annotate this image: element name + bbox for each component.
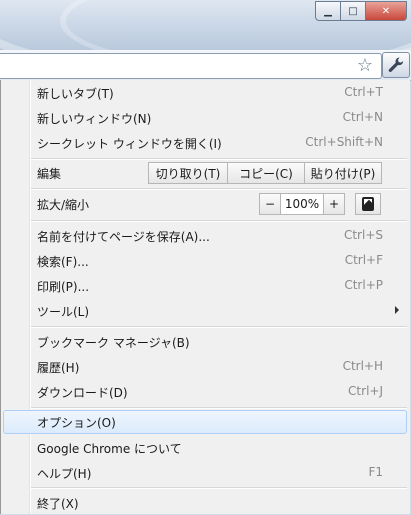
menu-item-label: 新しいウィンドウ(N) — [37, 112, 152, 126]
menu-item-label: 名前を付けてページを保存(A)... — [37, 230, 210, 244]
menu-separator — [31, 188, 407, 190]
menu-item-shortcut: Ctrl+J — [348, 384, 383, 398]
maximize-button[interactable]: □ — [340, 1, 366, 21]
menu-item-shortcut: Ctrl+H — [342, 359, 383, 373]
address-bar[interactable]: ☆ — [0, 53, 382, 79]
menu-separator — [31, 487, 407, 489]
menu-item-shortcut: F1 — [368, 465, 383, 479]
menu-item-about[interactable]: Google Chrome について — [3, 436, 407, 460]
fullscreen-control — [355, 193, 381, 215]
zoom-out-button[interactable]: − — [259, 193, 281, 215]
menu-item-history[interactable]: 履歴(H) Ctrl+H — [3, 355, 407, 379]
menu-separator — [31, 158, 407, 160]
wrench-menu-button[interactable] — [382, 52, 410, 78]
menu-item-label: 検索(F)... — [37, 255, 89, 269]
menu-item-shortcut: Ctrl+F — [344, 253, 383, 267]
menu-item-shortcut: Ctrl+N — [342, 110, 383, 124]
window-title-bar: ▁ □ ✕ — [0, 0, 411, 50]
zoom-in-button[interactable]: + — [323, 193, 345, 215]
menu-item-zoom: 拡大/縮小 − 100% + — [3, 192, 407, 216]
menu-separator — [31, 326, 407, 328]
menu-separator — [31, 220, 407, 222]
menu-item-bookmarks[interactable]: ブックマーク マネージャ(B) — [3, 330, 407, 354]
menu-item-save-page[interactable]: 名前を付けてページを保存(A)... Ctrl+S — [3, 224, 407, 248]
menu-item-edit: 編集 切り取り(T) コピー(C) 貼り付け(P) — [3, 161, 407, 185]
zoom-level: 100% — [280, 193, 324, 215]
menu-item-label: 履歴(H) — [37, 361, 80, 375]
submenu-arrow-icon — [395, 306, 399, 314]
menu-item-label: オプション(O) — [37, 416, 116, 430]
close-button[interactable]: ✕ — [365, 1, 407, 21]
paste-button[interactable]: 貼り付け(P) — [304, 162, 382, 184]
menu-item-find[interactable]: 検索(F)... Ctrl+F — [3, 249, 407, 273]
menu-item-tools[interactable]: ツール(L) — [3, 299, 407, 323]
bookmark-star-icon[interactable]: ☆ — [357, 55, 373, 77]
menu-item-print[interactable]: 印刷(P)... Ctrl+P — [3, 274, 407, 298]
menu-item-label: ツール(L) — [37, 305, 90, 319]
menu-item-label: Google Chrome について — [37, 442, 182, 456]
menu-item-shortcut: Ctrl+S — [343, 228, 383, 242]
window-controls: ▁ □ ✕ — [315, 1, 407, 21]
copy-button[interactable]: コピー(C) — [227, 162, 305, 184]
menu-item-label: ヘルプ(H) — [37, 467, 92, 481]
menu-item-shortcut: Ctrl+Shift+N — [305, 135, 383, 149]
menu-item-new-window[interactable]: 新しいウィンドウ(N) Ctrl+N — [3, 106, 407, 130]
fullscreen-icon — [362, 197, 374, 211]
menu-item-downloads[interactable]: ダウンロード(D) Ctrl+J — [3, 380, 407, 404]
edit-button-group: 切り取り(T) コピー(C) 貼り付け(P) — [148, 162, 382, 184]
menu-item-label: 印刷(P)... — [37, 280, 90, 294]
wrench-icon — [388, 57, 404, 72]
zoom-controls: − 100% + — [259, 193, 345, 215]
menu-item-exit[interactable]: 終了(X) — [3, 491, 407, 515]
menu-item-help[interactable]: ヘルプ(H) F1 — [3, 461, 407, 485]
menu-item-incognito[interactable]: シークレット ウィンドウを開く(I) Ctrl+Shift+N — [3, 131, 407, 155]
minimize-button[interactable]: ▁ — [315, 1, 341, 21]
browser-toolbar: ☆ — [0, 50, 411, 81]
menu-item-new-tab[interactable]: 新しいタブ(T) Ctrl+T — [3, 81, 407, 105]
menu-item-label: 編集 — [37, 167, 62, 181]
menu-separator — [31, 407, 407, 409]
menu-item-label: 拡大/縮小 — [37, 198, 90, 212]
menu-item-label: 新しいタブ(T) — [37, 87, 114, 101]
menu-item-shortcut: Ctrl+T — [344, 85, 383, 99]
cut-button[interactable]: 切り取り(T) — [148, 162, 228, 184]
wrench-dropdown-menu: 新しいタブ(T) Ctrl+T 新しいウィンドウ(N) Ctrl+N シークレッ… — [0, 80, 410, 514]
fullscreen-button[interactable] — [355, 193, 381, 215]
menu-item-label: シークレット ウィンドウを開く(I) — [37, 137, 222, 151]
menu-item-label: ブックマーク マネージャ(B) — [37, 336, 190, 350]
menu-item-options[interactable]: オプション(O) — [3, 410, 407, 434]
menu-item-label: 終了(X) — [37, 497, 79, 511]
menu-item-label: ダウンロード(D) — [37, 386, 128, 400]
menu-item-shortcut: Ctrl+P — [344, 278, 383, 292]
